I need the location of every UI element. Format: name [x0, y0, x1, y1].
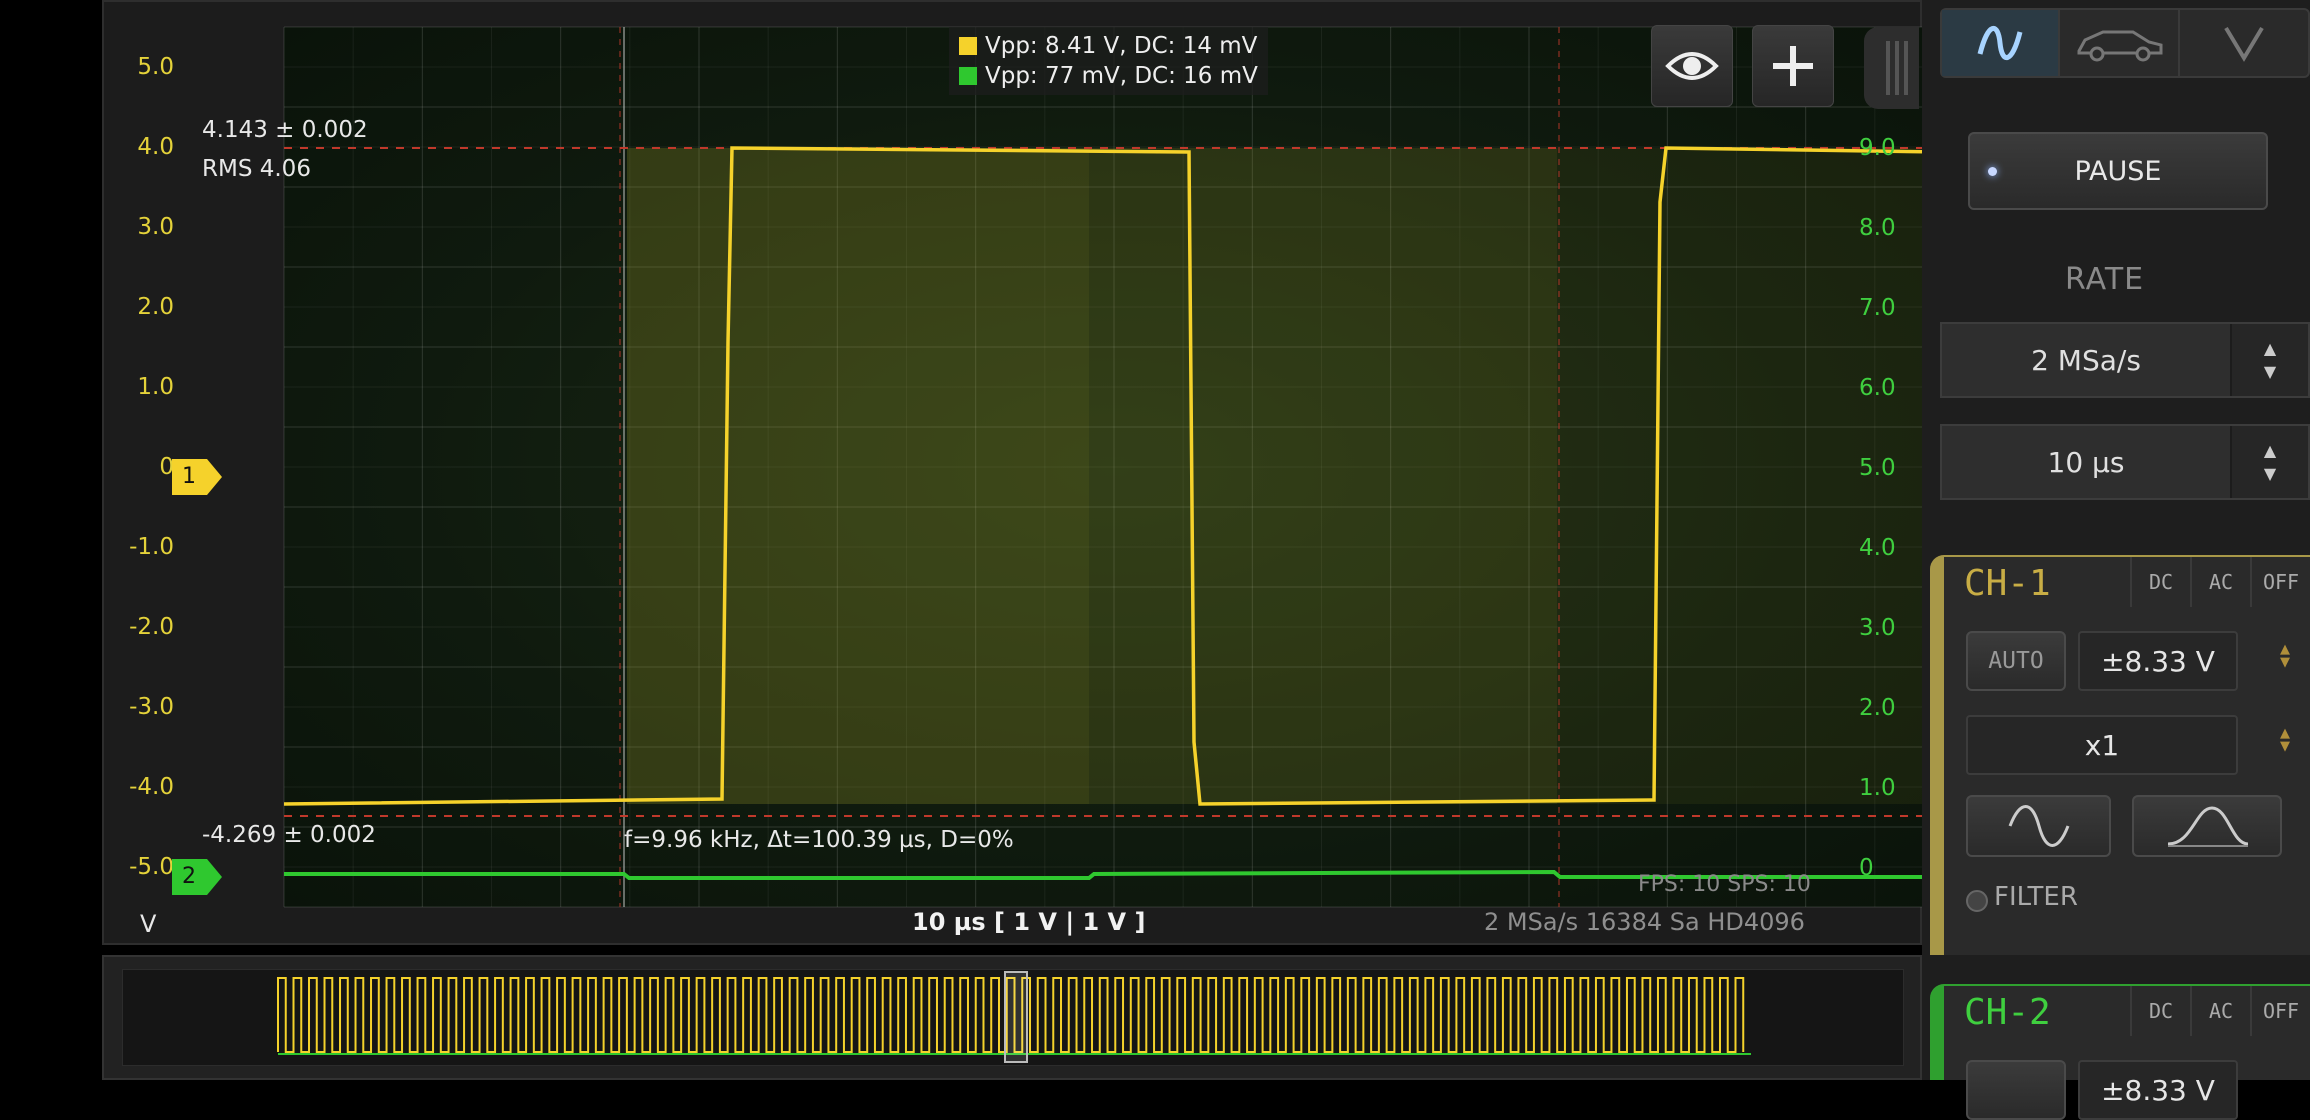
right-axis-tick: 9.0: [1859, 135, 1896, 161]
left-axis-tick: 5.0: [137, 54, 174, 80]
scope-display[interactable]: 5.0 4.0 3.0 2.0 1.0 0 -1.0 -2.0 -3.0 -4.0 -5.0 9.0…: [102, 0, 1944, 945]
min-stat: -4.269 ± 0.002: [202, 822, 376, 848]
right-axis-tick: 7.0: [1859, 295, 1896, 321]
left-axis-tick: -1.0: [129, 534, 174, 560]
eye-icon: [1665, 52, 1719, 80]
rate-selector[interactable]: 2 MSa/s ▲ ▼: [1940, 322, 2310, 398]
mode-tabs: [1940, 8, 2310, 78]
ch1-probe-stepper[interactable]: ▲ ▼: [2274, 727, 2296, 753]
run-indicator: [1988, 167, 1997, 176]
left-axis-tick: 0: [159, 454, 174, 480]
left-axis-tick: 4.0: [137, 134, 174, 160]
left-axis-tick: 2.0: [137, 294, 174, 320]
up-arrow-icon: ▲: [2263, 441, 2277, 460]
ch2-section: CH-2 DC AC OFF ±8.33 V: [1930, 984, 2310, 1120]
tab-automotive[interactable]: [2060, 10, 2180, 76]
ch1-title: CH-1: [1964, 563, 2051, 604]
left-axis-tick: -2.0: [129, 614, 174, 640]
car-icon: [2077, 30, 2163, 62]
ch2-coupling-tabs: DC AC OFF: [2130, 986, 2310, 1036]
overview-waveform: [277, 971, 1751, 1063]
overview-strip[interactable]: [102, 955, 1922, 1080]
ch1-swatch: [959, 37, 977, 55]
ch1-coupling-tabs: DC AC OFF: [2130, 557, 2310, 607]
sine-wave-icon: [1977, 25, 2023, 61]
right-axis-tick: 1.0: [1859, 775, 1896, 801]
ch2-auto-button[interactable]: [1966, 1060, 2066, 1120]
pulse-high-area: [627, 148, 1089, 804]
timebase-label: 10 µs [ 1 V | 1 V ]: [912, 908, 1146, 936]
rate-label: RATE: [2065, 262, 2145, 297]
down-arrow-icon: ▼: [2263, 362, 2277, 381]
right-axis-tick: 0: [1859, 855, 1874, 881]
pause-button[interactable]: PAUSE: [1968, 132, 2268, 210]
tab-more[interactable]: [2180, 10, 2308, 76]
tab-scope[interactable]: [1942, 10, 2060, 76]
ch1-probe-field[interactable]: x1: [1966, 715, 2238, 775]
ch2-title: CH-2: [1964, 992, 2051, 1033]
right-axis-tick: 5.0: [1859, 455, 1896, 481]
left-axis-tick: -3.0: [129, 694, 174, 720]
grip-icon: [1886, 41, 1908, 95]
ch2-dc-tab[interactable]: DC: [2130, 986, 2190, 1036]
legend-ch1: Vpp: 8.41 V, DC: 14 mV: [959, 31, 1258, 61]
ch1-range-stepper[interactable]: ▲ ▼: [2274, 643, 2296, 669]
timebase-selector[interactable]: 10 µs ▲ ▼: [1940, 424, 2310, 500]
timebase-stepper[interactable]: ▲ ▼: [2230, 426, 2308, 498]
right-axis-tick: 3.0: [1859, 615, 1896, 641]
fps-sps-readout: FPS: 10 SPS: 10: [1638, 872, 1811, 897]
down-arrow-icon: ▼: [2280, 739, 2290, 754]
frequency-stat: f=9.96 kHz, Δt=100.39 µs, D=0%: [624, 827, 1014, 853]
down-arrow-icon: ▼: [2263, 464, 2277, 483]
measurement-legend: Vpp: 8.41 V, DC: 14 mV Vpp: 77 mV, DC: 1…: [949, 27, 1268, 95]
rate-stepper[interactable]: ▲ ▼: [2230, 324, 2308, 396]
ch2-off-tab[interactable]: OFF: [2250, 986, 2310, 1036]
ch2-range-field[interactable]: ±8.33 V: [2078, 1060, 2238, 1120]
ch1-waveform-button[interactable]: [1966, 795, 2111, 857]
overview-view-window[interactable]: [1004, 971, 1028, 1063]
overview-track[interactable]: [122, 969, 1904, 1066]
waveform-canvas: [283, 26, 1924, 908]
ch1-section: CH-1 DC AC OFF AUTO ±8.33 V ▲ ▼ x1 ▲ ▼ FIL…: [1930, 555, 2310, 955]
right-axis-tick: 4.0: [1859, 535, 1896, 561]
right-axis-tick: 2.0: [1859, 695, 1896, 721]
filter-curve-icon: [2167, 806, 2249, 847]
right-axis-tick: 8.0: [1859, 215, 1896, 241]
left-axis-tick: 3.0: [137, 214, 174, 240]
ch2-swatch: [959, 67, 977, 85]
rms-stat: RMS 4.06: [202, 156, 311, 182]
panel-drag-handle[interactable]: [1864, 27, 1919, 109]
ch2-ac-tab[interactable]: AC: [2190, 986, 2250, 1036]
ch1-auto-button[interactable]: AUTO: [1966, 631, 2066, 691]
unit-label: V: [140, 910, 157, 938]
chevron-down-icon: [2224, 26, 2264, 62]
add-measurement-button[interactable]: [1752, 25, 1834, 107]
legend-ch2: Vpp: 77 mV, DC: 16 mV: [959, 61, 1258, 91]
ch1-ac-tab[interactable]: AC: [2190, 557, 2250, 607]
ch1-off-tab[interactable]: OFF: [2250, 557, 2310, 607]
ch1-dc-tab[interactable]: DC: [2130, 557, 2190, 607]
plus-icon: [1773, 46, 1813, 86]
right-axis-tick: 6.0: [1859, 375, 1896, 401]
control-panel: PAUSE RATE 2 MSa/s ▲ ▼ 10 µs ▲ ▼ CH-1 DC…: [1922, 0, 2310, 1120]
down-arrow-icon: ▼: [2280, 655, 2290, 670]
filter-label: FILTER: [1994, 882, 2078, 912]
pulse-low-area: [1089, 148, 1557, 804]
left-axis-tick: 1.0: [137, 374, 174, 400]
up-arrow-icon: ▲: [2263, 339, 2277, 358]
visibility-button[interactable]: [1651, 25, 1733, 107]
max-stat: 4.143 ± 0.002: [202, 117, 368, 143]
filter-radio[interactable]: [1966, 890, 1988, 912]
ch1-range-field[interactable]: ±8.33 V: [2078, 631, 2238, 691]
left-axis-tick: -5.0: [129, 854, 174, 880]
ch1-filter-response-button[interactable]: [2132, 795, 2282, 857]
left-axis-tick: -4.0: [129, 774, 174, 800]
sine-wave-icon: [2008, 805, 2069, 847]
sample-info: 2 MSa/s 16384 Sa HD4096: [1484, 908, 1805, 936]
